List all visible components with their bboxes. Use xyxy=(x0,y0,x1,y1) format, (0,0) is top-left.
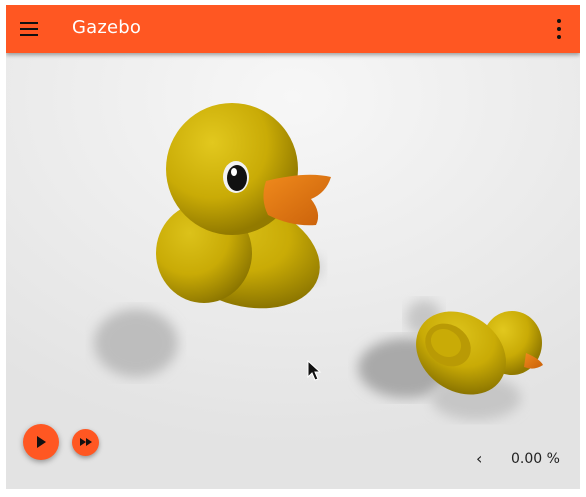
more-vert-icon[interactable] xyxy=(552,16,566,42)
play-button[interactable] xyxy=(23,424,59,460)
top-toolbar: Gazebo xyxy=(6,5,580,53)
gazebo-app: Gazebo ‹ 0.00 % xyxy=(6,5,580,489)
app-title: Gazebo xyxy=(72,17,142,38)
hamburger-menu-icon[interactable] xyxy=(16,17,44,41)
step-button[interactable] xyxy=(72,429,99,456)
play-icon xyxy=(37,436,46,448)
chevron-left-icon[interactable]: ‹ xyxy=(476,449,482,468)
3d-scene-viewport[interactable] xyxy=(6,53,580,489)
real-time-factor: 0.00 % xyxy=(511,451,560,467)
